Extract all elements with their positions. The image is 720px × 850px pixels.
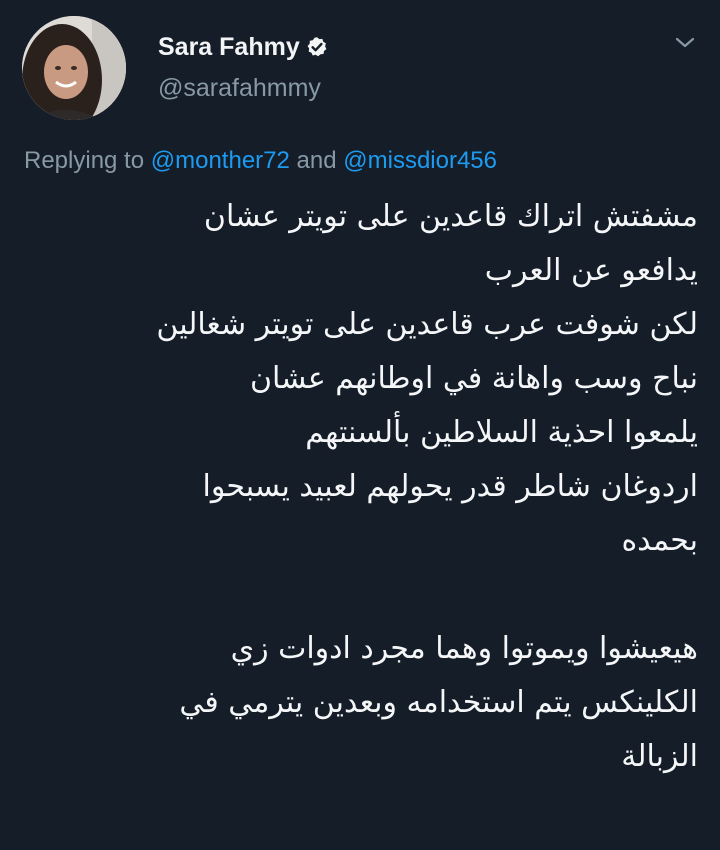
tweet-line: هيعيشوا ويموتوا وهما مجرد ادوات زي	[230, 631, 698, 666]
author-handle[interactable]: @sarafahmmy	[158, 73, 321, 103]
author-name[interactable]: Sara Fahmy	[158, 33, 300, 61]
tweet-line: الزبالة	[621, 739, 698, 774]
author-name-row[interactable]: Sara Fahmy	[158, 32, 328, 62]
replying-to: Replying to @monther72 and @missdior456	[24, 146, 497, 176]
tweet-line: بحمده	[621, 523, 698, 558]
tweet-card: Sara Fahmy @sarafahmmy Replying to @mont…	[0, 0, 720, 850]
replying-to-label: Replying to	[24, 147, 145, 174]
chevron-down-icon[interactable]	[672, 34, 698, 52]
tweet-line: يدافعو عن العرب	[484, 253, 698, 288]
replying-to-conjunction: and	[296, 147, 337, 174]
tweet-text: مشفتش اتراك قاعدين على تويتر عشان يدافعو…	[20, 190, 698, 784]
tweet-line: يلمعوا احذية السلاطين بألسنتهم	[305, 415, 698, 450]
tweet-line: اردوغان شاطر قدر يحولهم لعبيد يسبحوا	[202, 469, 698, 504]
avatar-photo	[22, 16, 126, 120]
tweet-line: مشفتش اتراك قاعدين على تويتر عشان	[203, 199, 698, 234]
tweet-line: الكلينكس يتم استخدامه وبعدين يترمي في	[179, 685, 698, 720]
mention-link[interactable]: @missdior456	[343, 147, 497, 174]
verified-badge-icon	[307, 37, 327, 57]
mention-link[interactable]: @monther72	[151, 147, 290, 174]
avatar[interactable]	[22, 16, 126, 120]
tweet-line: نباح وسب واهانة في اوطانهم عشان	[249, 361, 698, 396]
tweet-line: لكن شوفت عرب قاعدين على تويتر شغالين	[156, 307, 698, 342]
